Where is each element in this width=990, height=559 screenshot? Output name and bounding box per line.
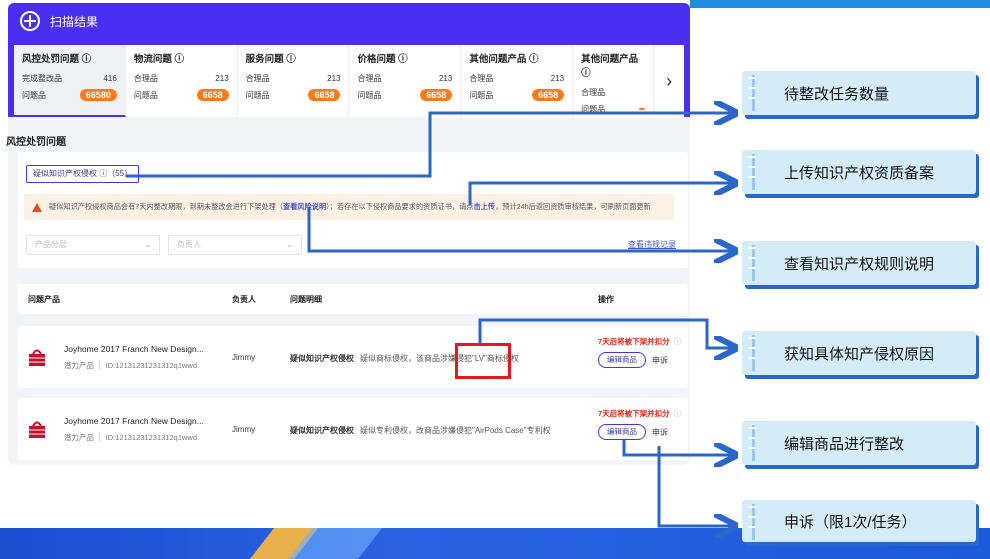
arrow-to-reason [478, 318, 735, 348]
callout-edit: 编辑商品进行整改 [742, 421, 976, 465]
arrow-to-appeal [657, 446, 735, 526]
callout-appeal: 申诉（限1次/任务） [742, 500, 976, 542]
callout-task-count: 待整改任务数量 [742, 71, 976, 115]
callout-reason: 获知具体知产侵权原因 [742, 331, 976, 375]
arrow-to-upload [468, 183, 735, 205]
arrow-to-edit [622, 440, 735, 455]
callout-rules: 查看知识产权规则说明 [742, 241, 976, 285]
arrow-to-task-count [126, 113, 735, 178]
callout-upload: 上传知识产权资质备案 [742, 150, 976, 194]
arrow-to-rules [307, 207, 735, 251]
